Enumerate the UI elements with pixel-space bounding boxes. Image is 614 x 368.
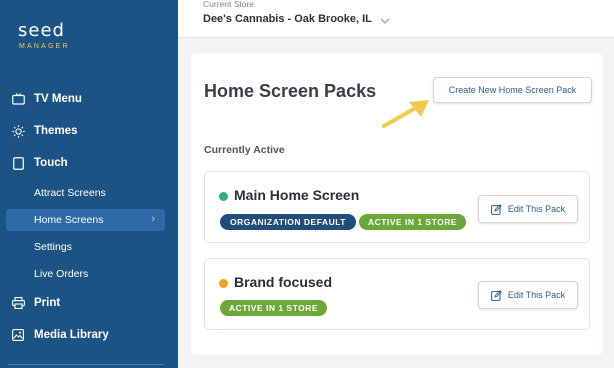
sidebar-item-media-library[interactable]: Media Library	[0, 323, 178, 347]
status-badge: ORGANIZATION DEFAULT	[220, 214, 356, 230]
sidebar-item-print[interactable]: Print	[0, 291, 178, 315]
logo-word: seed	[18, 20, 65, 41]
top-bar: Current Store Dee's Cannabis - Oak Brook…	[178, 0, 614, 38]
sidebar-item-label: Touch	[34, 157, 68, 169]
edit-pack-button[interactable]: Edit This Pack	[478, 281, 578, 309]
sidebar-item-label: Print	[34, 297, 61, 309]
tablet-icon	[11, 156, 25, 170]
sidebar-item-label: TV Menu	[34, 93, 82, 105]
edit-button-label: Edit This Pack	[507, 204, 566, 214]
sidebar-subitem-label: Live Orders	[34, 268, 89, 280]
sidebar-item-themes[interactable]: Themes	[0, 119, 178, 143]
logo-subword: MANAGER	[19, 43, 70, 50]
pack-name: Main Home Screen	[234, 187, 360, 203]
status-dot	[219, 279, 228, 288]
sun-icon	[11, 124, 25, 138]
current-store-select[interactable]: Dee's Cannabis - Oak Brooke, IL	[203, 13, 372, 25]
printer-icon	[11, 296, 25, 310]
status-badge: ACTIVE IN 1 STORE	[359, 214, 466, 230]
page-title: Home Screen Packs	[204, 81, 377, 101]
image-icon	[11, 328, 25, 342]
seed-manager-logo[interactable]: seed MANAGER	[18, 20, 70, 51]
sidebar-subitem-label: Home Screens	[34, 214, 104, 226]
sidebar-subitem-home-screens[interactable]: Home Screens ›	[6, 209, 165, 231]
sidebar-item-label: Themes	[34, 125, 78, 137]
pack-name: Brand focused	[234, 274, 333, 290]
home-screen-packs-card: Home Screen Packs Create New Home Screen…	[191, 53, 603, 355]
pack-card-brand-focused: Brand focused ACTIVE IN 1 STORE Edit Thi…	[204, 258, 590, 330]
sidebar-item-tv-menu[interactable]: TV Menu	[0, 87, 178, 111]
sidebar-subitem-label: Attract Screens	[34, 187, 106, 199]
current-store-caption: Current Store	[203, 0, 255, 9]
edit-button-label: Edit This Pack	[507, 290, 566, 300]
sidebar-subitem-settings[interactable]: Settings	[0, 236, 178, 258]
annotation-arrow-icon	[382, 100, 429, 128]
chevron-right-icon: ›	[151, 213, 155, 225]
create-new-pack-button[interactable]: Create New Home Screen Pack	[433, 77, 592, 103]
pack-card-main-home-screen: Main Home Screen ORGANIZATION DEFAULT AC…	[204, 171, 590, 243]
status-dot	[219, 192, 228, 201]
sidebar-divider	[8, 364, 164, 365]
currently-active-label: Currently Active	[204, 144, 285, 156]
sidebar-subitem-label: Settings	[34, 241, 72, 253]
edit-icon	[490, 203, 502, 215]
sidebar: seed MANAGER TV Menu Themes Touch Attrac…	[0, 0, 178, 368]
sidebar-subitem-attract-screens[interactable]: Attract Screens	[0, 182, 178, 204]
sidebar-item-label: Media Library	[34, 329, 109, 341]
sidebar-item-touch[interactable]: Touch	[0, 151, 178, 175]
chevron-down-icon[interactable]	[379, 14, 391, 26]
sidebar-subitem-live-orders[interactable]: Live Orders	[0, 263, 178, 285]
tv-icon	[11, 92, 25, 106]
status-badge: ACTIVE IN 1 STORE	[220, 300, 327, 316]
edit-pack-button[interactable]: Edit This Pack	[478, 195, 578, 223]
edit-icon	[490, 289, 502, 301]
